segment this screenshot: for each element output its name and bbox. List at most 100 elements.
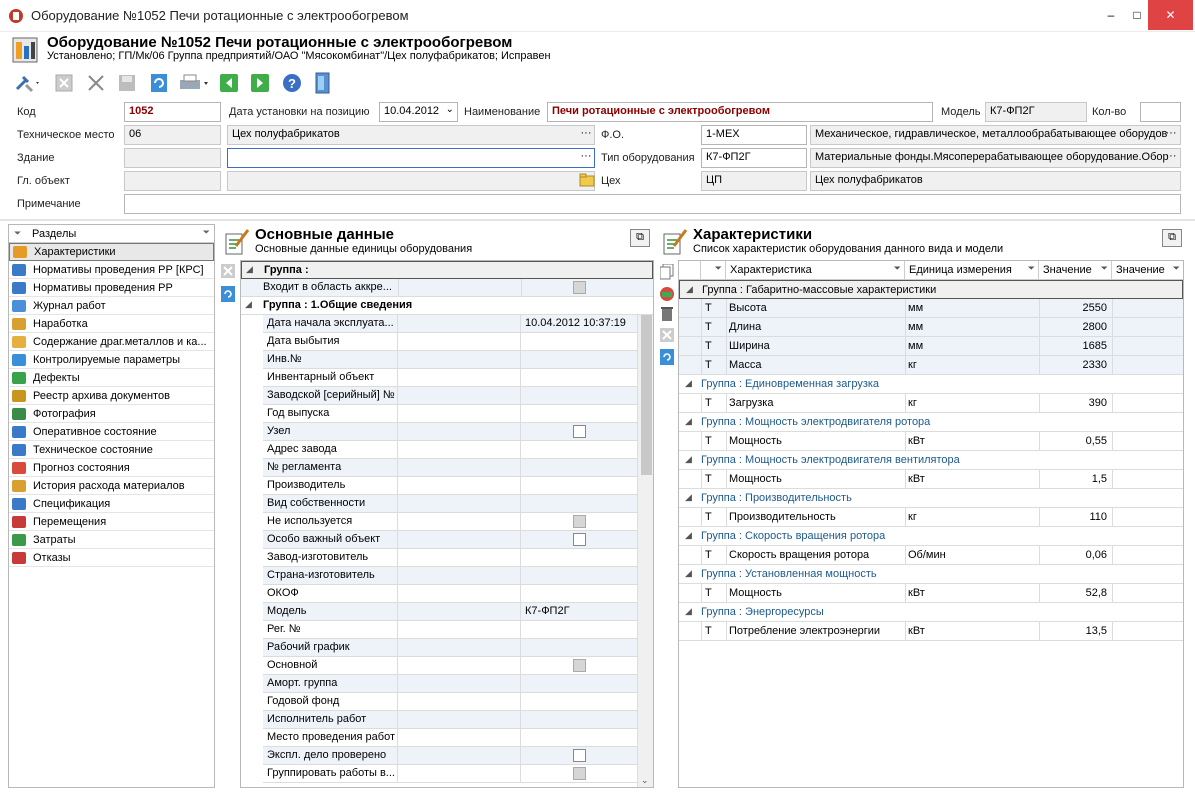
sections-item[interactable]: Журнал работ	[9, 297, 214, 315]
close-gray-icon[interactable]	[52, 70, 76, 96]
row-checkbox[interactable]	[573, 425, 586, 438]
characteristics-group-row[interactable]: ◢ Группа : Установленная мощность	[679, 565, 1183, 584]
row-value[interactable]	[521, 657, 638, 674]
main-data-row[interactable]: Особо важный объект	[263, 531, 638, 549]
row-flag-cell[interactable]	[398, 639, 521, 656]
main-data-row[interactable]: Производитель	[263, 477, 638, 495]
main-data-row[interactable]: Не используется	[263, 513, 638, 531]
main-data-row[interactable]: Адрес завода	[263, 441, 638, 459]
characteristics-row[interactable]: Т Мощность кВт 0,55	[679, 432, 1183, 451]
row-value[interactable]	[521, 549, 638, 566]
group-row-empty[interactable]: ◢ Группа :	[241, 261, 653, 279]
row-flag-cell[interactable]	[398, 405, 521, 422]
close-gray-icon[interactable]	[660, 328, 674, 345]
characteristics-row[interactable]: Т Мощность кВт 52,8	[679, 584, 1183, 603]
fo-code-field[interactable]: 1-МЕХ	[701, 125, 807, 145]
sections-item[interactable]: Содержание драг.металлов и ка...	[9, 333, 214, 351]
row-flag-cell[interactable]	[398, 693, 521, 710]
refresh-icon[interactable]	[221, 286, 235, 302]
filter-icon[interactable]: ⏷	[894, 263, 901, 274]
sections-item[interactable]: Нормативы проведения РР [КРС]	[9, 261, 214, 279]
column-header-characteristic[interactable]: Характеристика ⏷	[726, 261, 905, 280]
sections-item[interactable]: Техническое состояние	[9, 441, 214, 459]
tools-icon[interactable]	[12, 70, 44, 96]
row-flag-cell[interactable]	[398, 585, 521, 602]
row-value[interactable]	[521, 495, 638, 512]
main-data-row[interactable]: Год выпуска	[263, 405, 638, 423]
row-flag-cell[interactable]	[398, 765, 521, 782]
main-data-row[interactable]: Аморт. группа	[263, 675, 638, 693]
row-value[interactable]	[521, 765, 638, 782]
row-flag-cell[interactable]	[398, 729, 521, 746]
row-flag-cell[interactable]	[398, 747, 521, 764]
main-data-row[interactable]: Годовой фонд	[263, 693, 638, 711]
row-value[interactable]	[521, 405, 638, 422]
sections-item[interactable]: Фотография	[9, 405, 214, 423]
forward-icon[interactable]	[248, 70, 272, 96]
main-data-row[interactable]: Заводской [серийный] №	[263, 387, 638, 405]
scrollbar-thumb[interactable]	[641, 315, 652, 475]
collapse-arrow-icon[interactable]: ◢	[685, 378, 692, 389]
tech-place-ellipsis-button[interactable]: ···	[577, 126, 595, 144]
row-flag-cell[interactable]	[398, 423, 521, 440]
collapse-arrow-icon[interactable]: ◢	[685, 416, 692, 427]
column-header-value[interactable]: Значение ⏷	[1039, 261, 1112, 280]
sections-item[interactable]: Отказы	[9, 549, 214, 567]
copy-icon[interactable]	[659, 263, 674, 283]
row-value[interactable]	[521, 747, 638, 764]
note-field[interactable]	[124, 194, 1181, 214]
main-data-row[interactable]: Модель К7-ФП2Г	[263, 603, 638, 621]
row-value[interactable]: 10.04.2012 10:37:19	[521, 315, 638, 332]
filter-icon[interactable]: ⏷	[1028, 263, 1035, 274]
building-name-field[interactable]	[227, 148, 595, 168]
row-value[interactable]	[521, 387, 638, 404]
row-value[interactable]	[521, 513, 638, 530]
characteristics-group-row[interactable]: ◢ Группа : Единовременная загрузка	[679, 375, 1183, 394]
main-data-row[interactable]: Экспл. дело проверено	[263, 747, 638, 765]
sections-item[interactable]: Оперативное состояние	[9, 423, 214, 441]
characteristics-row[interactable]: Т Высота мм 2550	[679, 299, 1183, 318]
main-data-row[interactable]: Рег. №	[263, 621, 638, 639]
sections-item[interactable]: Затраты	[9, 531, 214, 549]
qty-field[interactable]	[1140, 102, 1181, 122]
filter-icon[interactable]: ⏷	[14, 228, 21, 239]
filter-icon[interactable]: ⏷	[1173, 263, 1180, 274]
row-flag-cell[interactable]	[398, 513, 521, 530]
row-flag-cell[interactable]	[398, 621, 521, 638]
collapse-arrow-icon[interactable]: ◢	[685, 454, 692, 465]
row-flag-cell[interactable]	[398, 495, 521, 512]
row-value[interactable]	[521, 333, 638, 350]
row-flag-cell[interactable]	[398, 441, 521, 458]
row-checkbox[interactable]	[573, 533, 586, 546]
column-header-type[interactable]	[679, 261, 701, 280]
row-value[interactable]	[521, 369, 638, 386]
row-checkbox[interactable]	[573, 767, 586, 780]
row-value[interactable]	[521, 531, 638, 548]
collapse-arrow-icon[interactable]: ◢	[686, 284, 693, 295]
main-data-row[interactable]: Вид собственности	[263, 495, 638, 513]
row-flag-cell[interactable]	[398, 711, 521, 728]
row-value[interactable]: К7-ФП2Г	[521, 603, 638, 620]
characteristics-group-row[interactable]: ◢ Группа : Скорость вращения ротора	[679, 527, 1183, 546]
characteristics-row[interactable]: Т Масса кг 2330	[679, 356, 1183, 375]
main-data-row[interactable]: № регламента	[263, 459, 638, 477]
main-data-row[interactable]: Основной	[263, 657, 638, 675]
main-data-row[interactable]: Инвентарный объект	[263, 369, 638, 387]
filter-icon[interactable]: ⏷	[1101, 263, 1108, 274]
row-flag-cell[interactable]	[398, 369, 521, 386]
row-flag-cell[interactable]	[398, 315, 521, 332]
sections-item[interactable]: Характеристики	[9, 243, 214, 261]
characteristics-row[interactable]: Т Скорость вращения ротора Об/мин 0,06	[679, 546, 1183, 565]
row-flag-cell[interactable]	[398, 387, 521, 404]
row-flag-cell[interactable]	[398, 459, 521, 476]
characteristics-group-row[interactable]: ◢ Группа : Мощность электродвигателя вент…	[679, 451, 1183, 470]
column-header-filter[interactable]: ⏷	[701, 261, 726, 280]
characteristics-row[interactable]: Т Мощность кВт 1,5	[679, 470, 1183, 489]
row-flag-cell[interactable]	[398, 549, 521, 566]
filter-icon[interactable]: ⏷	[715, 263, 722, 274]
column-header-unit[interactable]: Единица измерения ⏷	[905, 261, 1039, 280]
row-value[interactable]	[521, 693, 638, 710]
sections-item[interactable]: Реестр архива документов	[9, 387, 214, 405]
row-flag-cell[interactable]	[398, 675, 521, 692]
row-checkbox[interactable]	[573, 749, 586, 762]
